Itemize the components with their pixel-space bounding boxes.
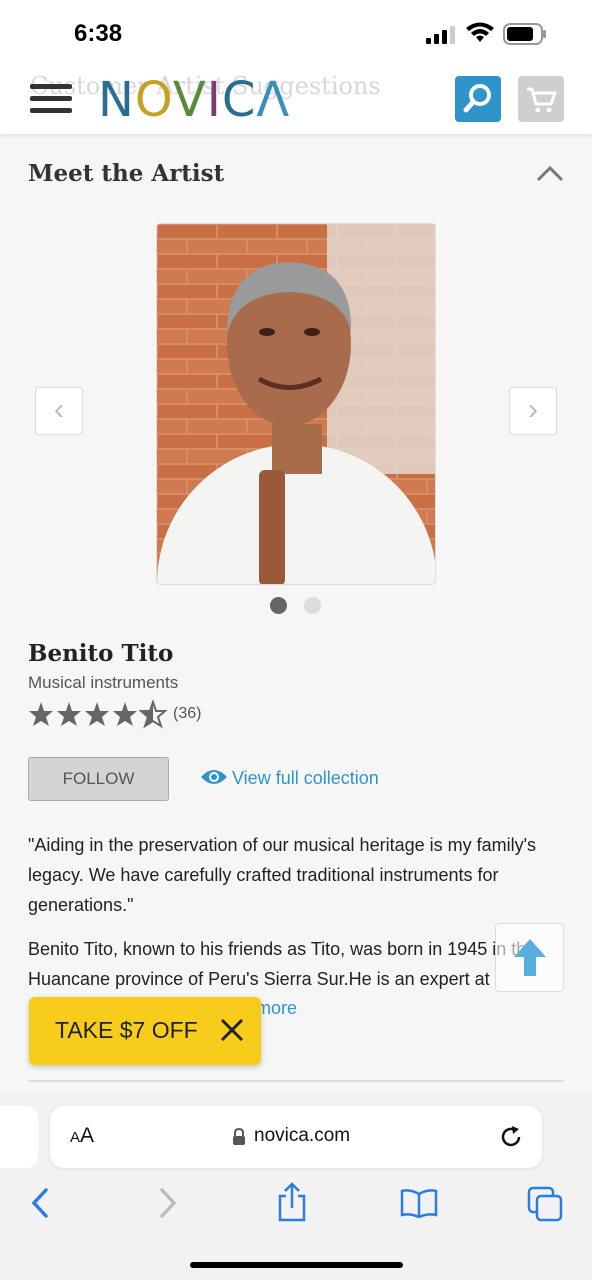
view-collection-link[interactable]: View full collection	[200, 768, 379, 790]
cart-button[interactable]	[518, 76, 564, 122]
forward-icon[interactable]	[156, 1186, 180, 1220]
arrow-up-icon	[514, 939, 546, 976]
chevron-up-icon[interactable]	[536, 164, 564, 184]
read-more-link[interactable]: more	[256, 998, 297, 1019]
follow-button[interactable]: FOLLOW	[28, 757, 169, 801]
site-header: Customer Artist Suggestions NOVICΛ	[0, 70, 592, 134]
artist-name[interactable]: Benito Tito	[28, 640, 173, 667]
share-icon[interactable]	[276, 1182, 308, 1222]
carousel-dot-1[interactable]	[270, 597, 287, 614]
artist-photo	[156, 223, 436, 585]
review-count[interactable]: (36)	[173, 705, 201, 723]
promo-label[interactable]: TAKE $7 OFF	[55, 1017, 198, 1044]
status-bar: 6:38	[0, 0, 592, 70]
eye-icon	[201, 770, 227, 784]
search-icon	[463, 84, 491, 113]
artist-category: Musical instruments	[28, 673, 179, 692]
artist-quote: "Aiding in the preservation of our music…	[28, 835, 537, 915]
wifi-icon	[466, 22, 494, 42]
star-icon	[29, 702, 53, 726]
star-icon	[85, 702, 109, 726]
cellular-signal-icon	[426, 26, 455, 44]
star-icon	[113, 702, 137, 726]
scroll-to-top-button[interactable]	[495, 923, 564, 992]
reader-settings-button[interactable]: AA	[70, 1124, 94, 1148]
section-divider	[28, 1080, 564, 1082]
artist-portrait-illustration	[157, 224, 435, 584]
section-title: Meet the Artist	[28, 160, 225, 187]
lock-icon	[233, 1128, 245, 1145]
tabs-icon[interactable]	[527, 1186, 563, 1222]
promo-banner[interactable]: TAKE $7 OFF	[29, 997, 261, 1065]
carousel-next-button[interactable]: ›	[509, 387, 557, 435]
address-bar[interactable]: AA novica.com	[50, 1106, 542, 1168]
view-collection-label: View full collection	[232, 768, 379, 788]
novica-logo[interactable]: NOVICΛ	[98, 72, 290, 128]
close-icon[interactable]	[219, 1017, 245, 1043]
star-rating	[29, 700, 168, 729]
home-indicator	[190, 1262, 403, 1268]
back-icon[interactable]	[28, 1186, 52, 1220]
browser-toolbar: AA novica.com	[0, 1092, 592, 1280]
hamburger-menu-icon[interactable]	[30, 84, 72, 116]
carousel-dot-2[interactable]	[304, 597, 321, 614]
star-icon	[57, 702, 81, 726]
reload-icon[interactable]	[498, 1124, 524, 1150]
previous-tab-preview[interactable]	[0, 1106, 38, 1168]
carousel-prev-button[interactable]: ‹	[35, 387, 83, 435]
url-text[interactable]: novica.com	[254, 1125, 350, 1147]
bookmarks-icon[interactable]	[400, 1188, 438, 1218]
cart-icon	[527, 87, 557, 113]
search-button[interactable]	[455, 76, 501, 122]
status-time: 6:38	[74, 20, 123, 47]
battery-icon	[503, 23, 546, 45]
